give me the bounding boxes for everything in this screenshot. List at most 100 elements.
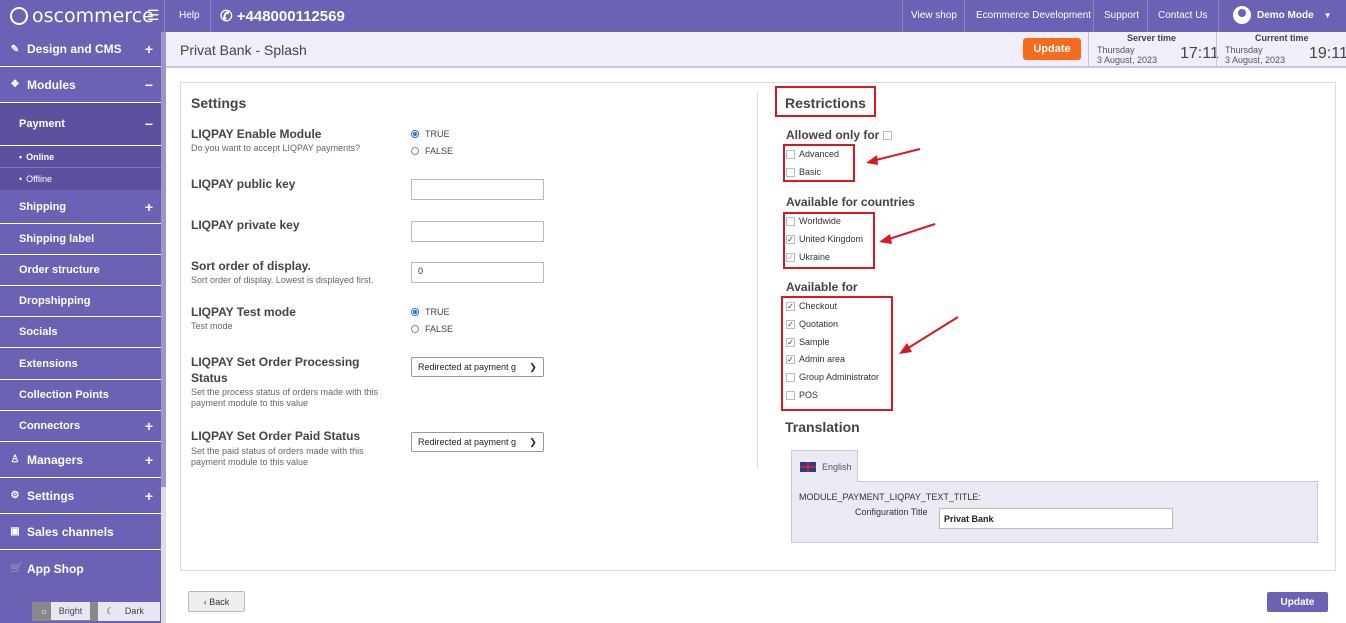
sidebar-item-shipping[interactable]: Shipping + [0,190,161,224]
expand-icon: + [144,198,153,215]
sidebar-item-payment[interactable]: Payment − [0,103,161,146]
sidebar-item-extensions[interactable]: Extensions [0,348,161,380]
country-ukraine-checkbox[interactable]: ✓ Ukraine [786,252,830,262]
checkbox-unchecked [786,216,795,226]
sidebar-item-managers[interactable]: ♙ Managers + [0,442,161,478]
sidebar-item-order-structure[interactable]: Order structure [0,255,161,286]
update-button[interactable]: Update [1267,592,1328,612]
radio-unchecked [411,147,419,155]
update-button-top[interactable]: Update [1023,38,1081,60]
select-value: Redirected at payment g [418,362,517,372]
country-uk-checkbox[interactable]: ✓ United Kingdom [786,234,863,244]
top-bar: oscommerce ☰ Help ✆ +448000112569 View s… [0,0,1346,32]
checkmark-icon: ✓ [786,319,795,329]
radio-checked [411,130,419,138]
restrictions-heading: Restrictions [785,95,866,111]
logo[interactable]: oscommerce [10,5,154,27]
view-shop-link[interactable]: View shop [911,10,957,21]
settings-heading: Settings [191,95,247,111]
available-quotation-checkbox[interactable]: ✓ Quotation [786,319,838,329]
test-mode-label: LIQPAY Test mode [191,305,296,319]
configuration-title-input[interactable]: Privat Bank [939,508,1173,529]
radio-label: TRUE [425,129,450,139]
theme-switcher: ☼ Bright ☾ Dark [32,602,160,621]
paid-status-select[interactable]: Redirected at payment g ❯ [411,432,544,452]
sidebar-item-label: Socials [19,326,58,338]
available-sample-checkbox[interactable]: ✓ Sample [786,337,830,347]
checkbox-label: POS [799,390,819,400]
group-advanced-checkbox[interactable]: Advanced [786,149,839,159]
back-button[interactable]: ‹ Back [188,591,245,612]
server-date: Thursday 3 August, 2023 [1097,45,1157,65]
test-false-radio[interactable]: FALSE [411,324,453,334]
sidebar-item-online[interactable]: • Online [0,146,161,168]
sort-order-input[interactable]: 0 [411,262,544,283]
user-menu[interactable]: Demo Mode ▼ [1233,6,1332,24]
private-key-input[interactable] [411,221,544,242]
sidebar-item-connectors[interactable]: Connectors + [0,411,161,442]
available-pos-checkbox[interactable]: POS [786,390,818,400]
paid-status-label: LIQPAY Set Order Paid Status [191,429,361,443]
tab-english[interactable]: English [791,450,858,482]
group-basic-checkbox[interactable]: Basic [786,167,821,177]
sidebar-item-label: Design and CMS [27,42,122,56]
contact-us-link[interactable]: Contact Us [1158,10,1207,21]
sidebar-item-shipping-label[interactable]: Shipping label [0,224,161,255]
bright-theme-button[interactable]: ☼ Bright [32,602,99,621]
enable-false-radio[interactable]: FALSE [411,146,453,156]
sidebar-item-settings[interactable]: ⚙ Settings + [0,478,161,514]
sidebar-item-sales-channels[interactable]: ▣ Sales channels [0,514,161,550]
server-time-value: 17:11 [1180,45,1219,62]
annotation-arrow [879,223,936,244]
checkbox-label: Ukraine [799,252,831,262]
sidebar-item-dropshipping[interactable]: Dropshipping [0,286,161,317]
processing-status-desc: Set the process status of orders made wi… [191,387,379,408]
menu-icon[interactable]: ☰ [147,7,160,24]
available-checkout-checkbox[interactable]: ✓ Checkout [786,301,837,311]
gear-icon: ⚙ [10,490,20,501]
phone-number[interactable]: ✆ +448000112569 [220,7,345,25]
processing-status-select[interactable]: Redirected at payment g ❯ [411,357,544,377]
expand-icon: + [144,451,153,468]
sidebar-item-app-shop[interactable]: 🛒 App Shop [0,550,161,587]
checkbox-label: Sample [799,337,830,347]
checkbox-label: Basic [799,167,822,177]
enable-true-radio[interactable]: TRUE [411,129,450,139]
sidebar-item-modules[interactable]: ❖ Modules − [0,67,161,103]
sidebar-item-label: Shipping label [19,233,95,245]
public-key-label: LIQPAY public key [191,177,296,191]
dark-theme-button[interactable]: ☾ Dark [98,602,160,621]
available-for-label: Available for [786,280,858,294]
sidebar-item-collection-points[interactable]: Collection Points [0,380,161,411]
support-link[interactable]: Support [1104,10,1139,21]
avatar [1233,6,1251,24]
sidebar-scrollbar-thumb[interactable] [161,32,166,487]
sidebar-item-label: Order structure [19,264,100,276]
monitor-icon: ▣ [10,526,20,537]
expand-icon: + [144,487,153,504]
phone-icon: ✆ [220,8,237,25]
sidebar-item-offline[interactable]: • Offline [0,168,161,190]
private-key-label: LIQPAY private key [191,218,300,232]
divider [164,0,165,32]
ecommerce-development-link[interactable]: Ecommerce Development [976,10,1091,21]
public-key-input[interactable] [411,179,544,200]
country-worldwide-checkbox[interactable]: Worldwide [786,216,841,226]
logo-icon [10,7,28,25]
test-true-radio[interactable]: TRUE [411,307,450,317]
sidebar-item-socials[interactable]: Socials [0,317,161,348]
available-group-admin-checkbox[interactable]: Group Administrator [786,372,879,382]
expand-icon: + [144,418,153,434]
allowed-only-for-checkbox[interactable] [882,131,892,141]
radio-label: FALSE [425,146,454,156]
available-admin-area-checkbox[interactable]: ✓ Admin area [786,354,845,364]
puzzle-icon: ❖ [10,79,20,90]
server-day: Thursday [1097,45,1135,55]
sidebar-item-label: Modules [27,77,76,92]
bright-label: Bright [50,602,91,620]
configuration-title-label: Configuration Title [855,507,928,517]
uk-flag-icon [800,461,816,472]
sidebar-item-design-cms[interactable]: ✎ Design and CMS + [0,32,161,67]
help-link[interactable]: Help [179,10,200,21]
checkbox-unchecked [786,149,795,159]
